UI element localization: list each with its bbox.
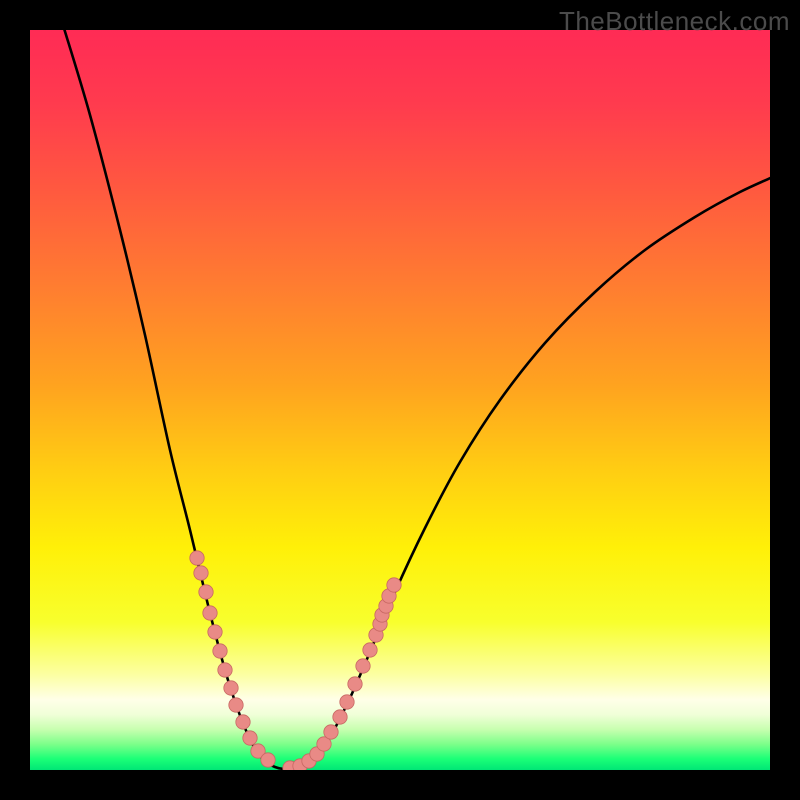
data-dot	[333, 710, 347, 724]
right-dot-cluster	[283, 578, 401, 770]
data-dot	[243, 731, 257, 745]
chart-svg	[30, 30, 770, 770]
data-dot	[229, 698, 243, 712]
data-dot	[387, 578, 401, 592]
bottleneck-curve	[63, 30, 770, 769]
watermark-text: TheBottleneck.com	[559, 6, 790, 37]
data-dot	[340, 695, 354, 709]
data-dot	[356, 659, 370, 673]
data-dot	[261, 753, 275, 767]
data-dot	[190, 551, 204, 565]
data-dot	[213, 644, 227, 658]
chart-frame	[30, 30, 770, 770]
data-dot	[203, 606, 217, 620]
data-dot	[348, 677, 362, 691]
data-dot	[224, 681, 238, 695]
data-dot	[208, 625, 222, 639]
data-dot	[236, 715, 250, 729]
data-dot	[194, 566, 208, 580]
data-dot	[199, 585, 213, 599]
data-dot	[324, 725, 338, 739]
data-dot	[218, 663, 232, 677]
data-dot	[363, 643, 377, 657]
